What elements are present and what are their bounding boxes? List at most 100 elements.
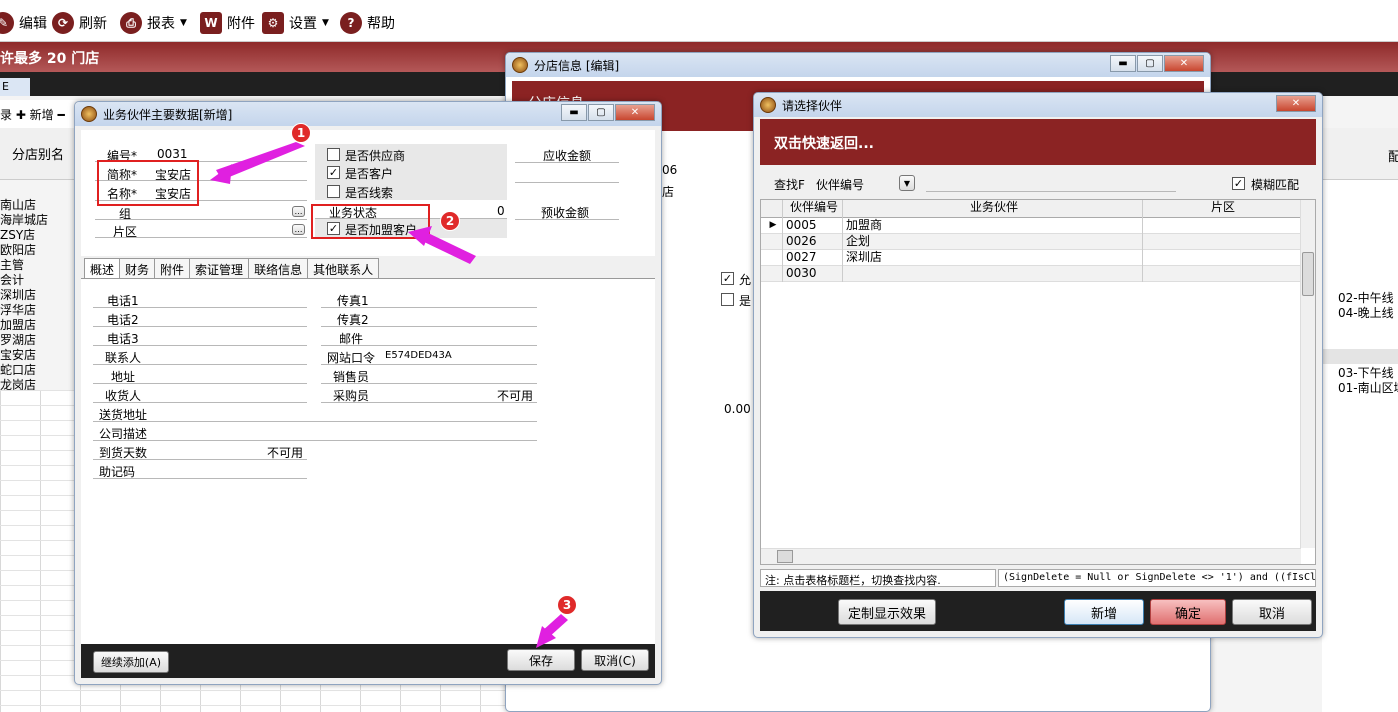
customer-checkbox[interactable]: ✓ [327,166,340,179]
bg-store-item[interactable]: 深圳店 [0,288,80,303]
tab-other-contacts[interactable]: 其他联系人 [307,258,380,278]
tab-finance[interactable]: 财务 [119,258,156,278]
bg-toolbar[interactable]: 录 ✚ 新增 ━ [0,100,80,128]
column-header-partner[interactable]: 业务伙伴 [843,200,1143,218]
group-lookup-button[interactable]: … [292,206,305,217]
close-icon[interactable]: ✕ [615,104,655,121]
bg-store-item[interactable]: ZSY店 [0,228,80,243]
horizontal-scrollbar[interactable] [761,548,1301,564]
close-icon[interactable]: ✕ [1276,95,1316,112]
tab-attachment[interactable]: 附件 [154,258,191,278]
status-field[interactable]: 0 [497,204,505,218]
tab-certificates[interactable]: 索证管理 [189,258,250,278]
edit-icon: ✎ [0,12,14,34]
cell-code: 0026 [783,234,843,250]
find-input[interactable] [926,191,1176,192]
banner-text: 许最多 20 门店 [0,51,100,67]
supplier-checkbox[interactable] [327,148,340,161]
right-bg-row: 01-南山区域 [1338,381,1398,395]
branch-checkbox-2[interactable] [721,293,734,306]
custom-display-button[interactable]: 定制显示效果 [838,599,936,625]
website-password-field[interactable]: E574DED43A [385,350,452,361]
bg-tab[interactable]: E [0,78,30,96]
minimize-icon[interactable]: ▬ [1110,55,1136,72]
close-icon[interactable]: ✕ [1164,55,1204,72]
help-button[interactable]: ? 帮助 [340,11,395,35]
cell-area [1143,250,1301,266]
fax1-field[interactable] [321,307,537,308]
table-row[interactable]: 0030 [761,266,1301,282]
bg-store-item[interactable]: 主管 [0,258,80,273]
scrollbar-thumb[interactable] [1302,252,1314,296]
find-field-select[interactable]: 伙伴编号 [816,176,864,193]
maximize-icon[interactable]: ▢ [588,104,614,121]
branch-window-titlebar[interactable]: 分店信息 [编辑] ▬ ▢ ✕ [506,53,1210,77]
fax2-field[interactable] [321,326,537,327]
settings-button[interactable]: ⚙ 设置 ▼ [262,11,329,35]
chevron-down-icon[interactable]: ▼ [899,175,915,191]
column-header-code[interactable]: 伙伴编号 [783,200,843,218]
phone3-field[interactable] [93,345,307,346]
tab-contact-info[interactable]: 联络信息 [248,258,309,278]
minimize-icon[interactable]: ▬ [561,104,587,121]
ok-button[interactable]: 确定 [1150,599,1226,625]
attachment-button[interactable]: W 附件 [200,11,255,35]
branch-name-fragment: 店 [662,185,675,199]
find-label: 查找F [774,178,805,192]
receiver-field[interactable] [93,402,307,403]
save-button[interactable]: 保存 [507,649,575,671]
phone2-field[interactable] [93,326,307,327]
continue-add-button[interactable]: 继续添加(A) [93,651,169,673]
new-button[interactable]: 新增 [1064,599,1144,625]
cancel-button[interactable]: 取消(C) [581,649,649,671]
address-field[interactable] [93,383,307,384]
hscroll-thumb[interactable] [777,550,793,563]
bg-store-item[interactable]: 加盟店 [0,318,80,333]
email-field[interactable] [321,345,537,346]
contact-field[interactable] [93,364,307,365]
table-row[interactable]: 0027 深圳店 [761,250,1301,266]
table-row[interactable]: 0026 企划 [761,234,1301,250]
cell-area [1143,218,1301,234]
maximize-icon[interactable]: ▢ [1137,55,1163,72]
bg-store-item[interactable]: 会计 [0,273,80,288]
bg-store-item[interactable]: 浮华店 [0,303,80,318]
bg-store-item[interactable]: 罗湖店 [0,333,80,348]
tab-overview[interactable]: 概述 [84,258,121,278]
partner-window-titlebar[interactable]: 业务伙伴主要数据[新增] ▬ ▢ ✕ [75,102,661,126]
branch-checkbox-1[interactable]: ✓ [721,272,734,285]
phone1-field[interactable] [93,307,307,308]
delivery-address-field[interactable] [93,421,537,422]
code-field[interactable]: 0031 [157,147,188,161]
company-desc-field[interactable] [93,440,537,441]
column-header-area[interactable]: 片区 [1143,200,1301,218]
mnemonic-field[interactable] [93,478,307,479]
bg-store-item[interactable]: 南山店 [0,198,80,213]
right-bg-separator [1322,349,1398,364]
right-bg-panel: 配 02-中午线 04-晚上线 03-下午线 01-南山区域 [1322,128,1398,712]
cell-code: 0027 [783,250,843,266]
salesman-field[interactable] [321,383,537,384]
area-lookup-button[interactable]: … [292,224,305,235]
select-header: 双击快速返回... [760,119,1316,165]
bg-store-item[interactable]: 宝安店 [0,348,80,363]
select-cancel-button[interactable]: 取消 [1232,599,1312,625]
annotation-badge-1: 1 [291,123,311,143]
edit-button[interactable]: ✎ 编辑 [0,11,47,35]
fuzzy-checkbox[interactable]: ✓ [1232,177,1245,190]
select-window-titlebar[interactable]: 请选择伙伴 ✕ [754,93,1322,117]
lead-checkbox[interactable] [327,185,340,198]
bg-store-item[interactable]: 海岸城店 [0,213,80,228]
main-toolbar: ✎ 编辑 ⟳ 刷新 ⎙ 报表 ▼ W 附件 ⚙ 设置 ▼ ? 帮助 [0,0,1398,42]
bg-store-item[interactable]: 蛇口店 [0,363,80,378]
bg-column-header[interactable]: 分店别名 [0,128,80,180]
cell-area [1143,266,1301,282]
status-sql: (SignDelete = Null or SignDelete <> '1')… [998,569,1316,587]
refresh-button[interactable]: ⟳ 刷新 [52,11,107,35]
vertical-scrollbar[interactable] [1300,200,1315,548]
report-button[interactable]: ⎙ 报表 ▼ [120,11,187,35]
bg-store-item[interactable]: 欧阳店 [0,243,80,258]
table-row[interactable]: ▶ 0005 加盟商 [761,218,1301,234]
cell-code: 0005 [783,218,843,234]
cell-name: 加盟商 [843,218,1143,234]
